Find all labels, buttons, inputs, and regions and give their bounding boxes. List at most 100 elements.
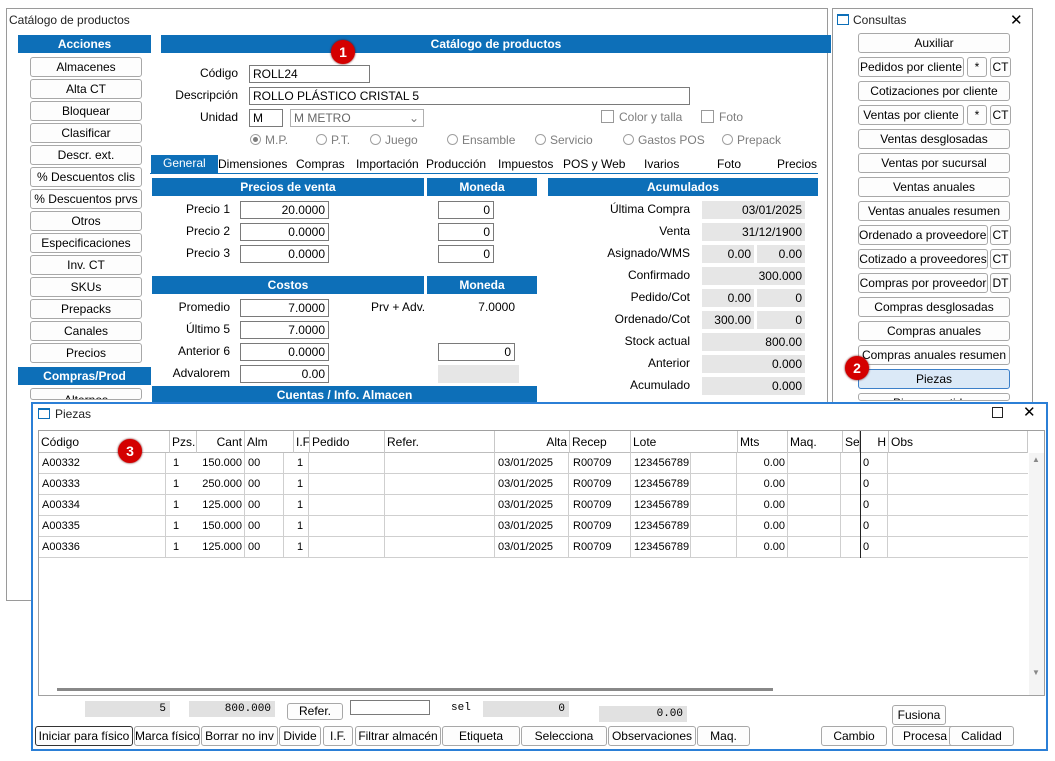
consulta-button[interactable]: Pedidos por cliente — [858, 57, 964, 77]
column-header[interactable]: H — [860, 431, 889, 453]
consulta-button[interactable]: Ventas por sucursal — [858, 153, 1010, 173]
tipo-radio[interactable]: Gastos POS — [623, 133, 705, 147]
table-cell[interactable]: A00336 — [42, 537, 167, 557]
accion-button[interactable]: Clasificar — [30, 123, 142, 143]
column-header[interactable]: Pzs. — [170, 431, 197, 453]
consulta-button[interactable]: Ventas anuales resumen — [858, 201, 1010, 221]
table-cell[interactable] — [846, 453, 857, 473]
table-cell[interactable]: R00709 — [573, 453, 628, 473]
toolbar-button[interactable]: Observaciones — [608, 726, 696, 746]
consulta-button[interactable]: Ventas por cliente — [858, 105, 964, 125]
table-cell[interactable]: 0 — [863, 537, 886, 557]
table-cell[interactable]: 123456789 — [634, 474, 735, 494]
table-cell[interactable] — [892, 516, 1025, 536]
table-cell[interactable]: 03/01/2025 — [498, 495, 567, 515]
table-cell[interactable]: 0 — [863, 453, 886, 473]
tipo-radio[interactable]: Servicio — [535, 133, 593, 147]
toolbar-button[interactable]: Calidad — [949, 726, 1014, 746]
costo-input[interactable]: 0.0000 — [240, 343, 329, 361]
table-cell[interactable] — [791, 474, 840, 494]
table-cell[interactable]: 0.00 — [741, 516, 785, 536]
table-cell[interactable]: R00709 — [573, 537, 628, 557]
costo-input[interactable]: 7.0000 — [240, 321, 329, 339]
codigo-input[interactable]: ROLL24 — [249, 65, 370, 83]
table-cell[interactable]: R00709 — [573, 495, 628, 515]
tab-1[interactable]: Dimensiones — [218, 157, 287, 171]
table-cell[interactable] — [892, 495, 1025, 515]
tab-7[interactable]: Ivarios — [644, 157, 679, 171]
precio-moneda-input[interactable]: 0 — [438, 201, 494, 219]
table-cell[interactable]: 123456789 — [634, 453, 735, 473]
consulta-ct-button[interactable]: CT — [990, 57, 1011, 77]
column-header[interactable]: Refer. — [385, 431, 495, 453]
tab-0[interactable]: General — [151, 155, 218, 173]
table-cell[interactable]: A00332 — [42, 453, 167, 473]
accion-button[interactable]: % Descuentos clis — [30, 167, 142, 187]
consulta-ct-button[interactable]: CT — [990, 249, 1011, 269]
accion-button[interactable]: Canales — [30, 321, 142, 341]
costo-input[interactable]: 0.00 — [240, 365, 329, 383]
precio-input[interactable]: 0.0000 — [240, 223, 329, 241]
toolbar-button[interactable]: Cambio — [821, 726, 887, 746]
consulta-button[interactable]: Compras anuales — [858, 321, 1010, 341]
table-cell[interactable]: 0.00 — [741, 453, 785, 473]
precio-moneda-input[interactable]: 0 — [438, 223, 494, 241]
column-header[interactable]: Pedido — [310, 431, 385, 453]
toolbar-button[interactable]: Iniciar para físico — [35, 726, 133, 746]
column-header[interactable]: Alta — [495, 431, 570, 453]
table-cell[interactable]: 1 — [173, 516, 194, 536]
consulta-button[interactable]: Ventas anuales — [858, 177, 1010, 197]
consulta-button[interactable]: Compras desglosadas — [858, 297, 1010, 317]
tipo-radio[interactable]: Ensamble — [447, 133, 515, 147]
consulta-button[interactable]: Cotizado a proveedores — [858, 249, 988, 269]
table-cell[interactable]: R00709 — [573, 516, 628, 536]
column-header[interactable]: Recep — [570, 431, 631, 453]
table-cell[interactable]: 150.000 — [200, 453, 242, 473]
table-cell[interactable] — [388, 495, 492, 515]
costo-input[interactable]: 7.0000 — [240, 299, 329, 317]
column-header[interactable]: Lote — [631, 431, 738, 453]
consulta-star-button[interactable]: * — [967, 57, 987, 77]
table-cell[interactable] — [313, 495, 382, 515]
tab-8[interactable]: Foto — [717, 157, 741, 171]
table-cell[interactable]: 1 — [173, 453, 194, 473]
accion-button[interactable]: Especificaciones — [30, 233, 142, 253]
table-cell[interactable]: 1 — [297, 474, 307, 494]
tab-2[interactable]: Compras — [296, 157, 345, 171]
table-cell[interactable]: 123456789 — [634, 537, 735, 557]
table-cell[interactable]: 00 — [248, 474, 291, 494]
consulta-ct-button[interactable]: DT — [990, 273, 1011, 293]
color-talla-checkbox[interactable]: Color y talla — [601, 110, 682, 124]
precio-input[interactable]: 20.0000 — [240, 201, 329, 219]
table-cell[interactable] — [791, 516, 840, 536]
tipo-radio[interactable]: Juego — [370, 133, 418, 147]
consulta-star-button[interactable]: * — [967, 105, 987, 125]
unidad-select[interactable]: M METRO ⌄ — [290, 109, 424, 127]
tipo-radio[interactable]: M.P. — [250, 133, 288, 147]
table-cell[interactable] — [313, 474, 382, 494]
tab-5[interactable]: Impuestos — [498, 157, 553, 171]
accion-button[interactable]: Almacenes — [30, 57, 142, 77]
table-cell[interactable]: 00 — [248, 537, 291, 557]
fusiona-button[interactable]: Fusiona — [892, 705, 946, 725]
consulta-button[interactable]: Piezas partidas — [858, 393, 1010, 401]
unidad-input[interactable]: M — [249, 109, 283, 127]
accion-button[interactable]: Otros — [30, 211, 142, 231]
costos-moneda-input[interactable]: 0 — [438, 343, 515, 361]
table-cell[interactable]: 0.00 — [741, 495, 785, 515]
consulta-ct-button[interactable]: CT — [990, 225, 1011, 245]
accion-button[interactable]: Bloquear — [30, 101, 142, 121]
accion-button[interactable]: Descr. ext. — [30, 145, 142, 165]
consulta-button[interactable]: Auxiliar — [858, 33, 1010, 53]
column-header[interactable]: I.F. — [294, 431, 310, 453]
table-cell[interactable] — [791, 537, 840, 557]
column-header[interactable]: Código — [39, 431, 170, 453]
table-cell[interactable] — [313, 537, 382, 557]
precio-moneda-input[interactable]: 0 — [438, 245, 494, 263]
accion-button[interactable]: % Descuentos prvs — [30, 189, 142, 209]
toolbar-button[interactable]: I.F. — [323, 726, 353, 746]
maximize-icon[interactable] — [992, 407, 1003, 418]
table-cell[interactable]: 1 — [297, 453, 307, 473]
tipo-radio[interactable]: Prepack — [722, 133, 781, 147]
table-cell[interactable] — [313, 516, 382, 536]
